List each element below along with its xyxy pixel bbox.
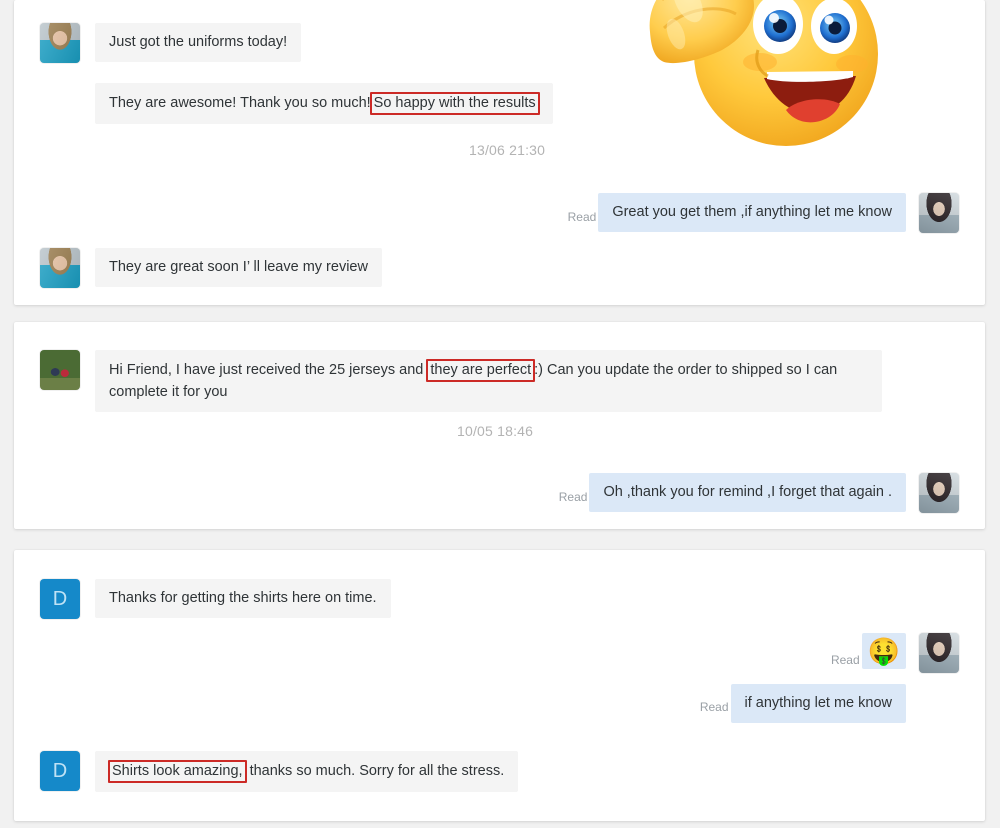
message-bubble[interactable]: Hi Friend, I have just received the 25 j… <box>95 350 882 412</box>
read-receipt-label: Read <box>699 700 729 714</box>
message-row-incoming: They are awesome! Thank you so much! So h… <box>40 83 553 124</box>
timestamp: 10/05 18:46 <box>457 423 534 439</box>
message-bubble[interactable]: Thanks for getting the shirts here on ti… <box>95 579 391 618</box>
message-text-segment: thanks so much. Sorry for all the stress… <box>245 763 505 779</box>
avatar[interactable] <box>919 633 959 673</box>
message-bubble[interactable]: if anything let me know <box>730 684 906 723</box>
message-bubble[interactable]: Great you get them ,if anything let me k… <box>598 193 906 232</box>
avatar[interactable] <box>919 473 959 513</box>
message-bubble[interactable]: Just got the uniforms today! <box>95 23 302 62</box>
read-receipt-label: Read <box>558 490 588 504</box>
thumbs-up-smiley-emoji-sticker <box>636 0 898 178</box>
message-row-incoming: Hi Friend, I have just received the 25 j… <box>40 350 882 412</box>
message-row-incoming: Just got the uniforms today! <box>40 23 302 63</box>
highlight-annotation: Shirts look amazing, <box>108 760 247 783</box>
message-bubble[interactable]: They are great soon I’ ll leave my revie… <box>95 248 382 287</box>
avatar[interactable] <box>919 193 959 233</box>
message-row-outgoing: Read Oh ,thank you for remind ,I forget … <box>559 473 959 513</box>
highlight-annotation: they are perfect <box>426 359 536 382</box>
message-text-segment: They are awesome! Thank you so much! <box>109 95 371 111</box>
message-row-incoming: They are great soon I’ ll leave my revie… <box>40 248 382 288</box>
message-row-outgoing-sticker: Read 🤑 <box>831 633 959 673</box>
message-bubble[interactable]: Shirts look amazing, thanks so much. Sor… <box>95 751 519 792</box>
avatar[interactable] <box>40 248 80 288</box>
chat-transcript-page: Just got the uniforms today! They are aw… <box>0 0 1000 828</box>
read-receipt-label: Read <box>567 210 597 224</box>
message-bubble[interactable]: They are awesome! Thank you so much! So h… <box>95 83 553 124</box>
conversation-card-3: D Thanks for getting the shirts here on … <box>14 550 985 821</box>
conversation-card-2: Hi Friend, I have just received the 25 j… <box>14 322 985 529</box>
conversation-card-1: Just got the uniforms today! They are aw… <box>14 0 985 305</box>
highlight-annotation: So happy with the results <box>369 92 540 115</box>
timestamp: 13/06 21:30 <box>469 142 546 158</box>
avatar[interactable] <box>40 350 80 390</box>
avatar[interactable]: D <box>40 751 80 791</box>
message-row-outgoing: Read Great you get them ,if anything let… <box>568 193 959 233</box>
avatar[interactable] <box>40 23 80 63</box>
message-row-outgoing: Read if anything let me know <box>700 684 906 723</box>
read-receipt-label: Read <box>830 653 860 667</box>
emoji-glyph: 🤑 <box>867 636 900 666</box>
message-row-incoming: D Shirts look amazing, thanks so much. S… <box>40 751 519 792</box>
message-bubble[interactable]: Oh ,thank you for remind ,I forget that … <box>589 473 906 512</box>
message-text-segment: Hi Friend, I have just received the 25 j… <box>109 362 428 378</box>
avatar[interactable]: D <box>40 579 80 619</box>
excited-money-face-emoji-sticker[interactable]: 🤑 <box>861 633 906 669</box>
message-row-incoming: D Thanks for getting the shirts here on … <box>40 579 391 619</box>
